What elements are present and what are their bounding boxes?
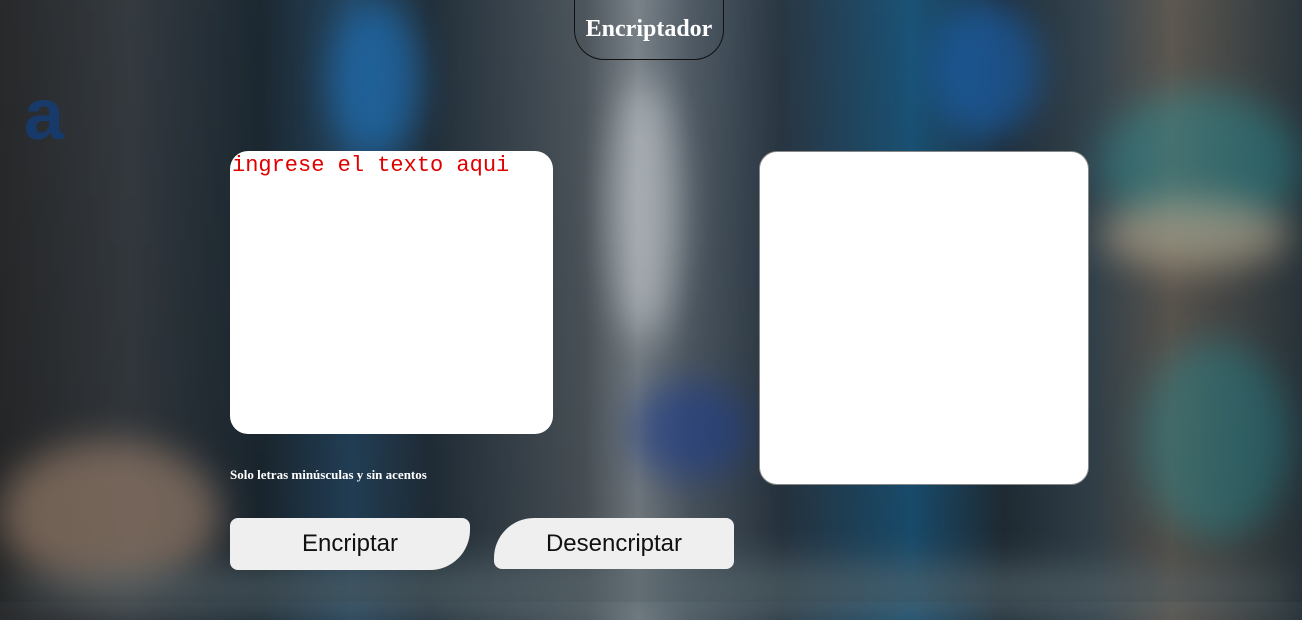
city-background xyxy=(0,0,1302,620)
page-title: Encriptador xyxy=(585,16,713,42)
input-textarea[interactable] xyxy=(230,151,553,434)
title-box: Encriptador xyxy=(574,0,724,60)
encrypt-button[interactable]: Encriptar xyxy=(230,518,470,570)
logo-icon: a xyxy=(24,75,65,155)
output-textarea[interactable] xyxy=(759,151,1089,485)
hint-text: Solo letras minúsculas y sin acentos xyxy=(230,467,427,482)
decrypt-button[interactable]: Desencriptar xyxy=(494,518,734,569)
